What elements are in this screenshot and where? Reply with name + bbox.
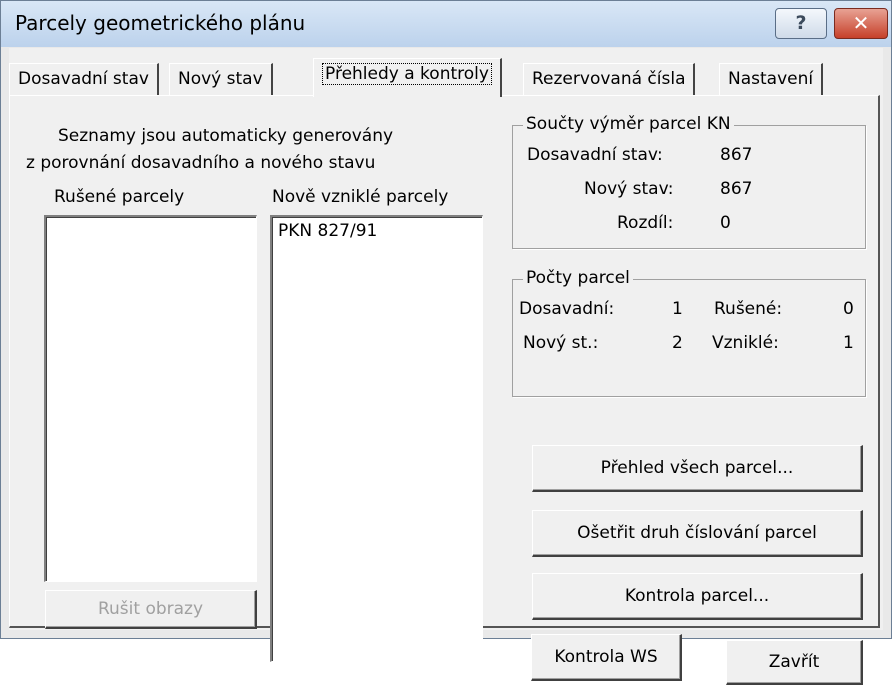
question-icon: ? xyxy=(795,12,807,34)
area-sums-group: Součty výměr parcel KN Dosavadní stav: 8… xyxy=(512,114,866,249)
tab-label: Dosavadní stav xyxy=(18,69,149,89)
area-sums-legend: Součty výměr parcel KN xyxy=(523,114,734,134)
created-count-value: 1 xyxy=(843,333,854,353)
help-button[interactable]: ? xyxy=(775,8,827,39)
close-icon: ✕ xyxy=(852,11,870,35)
button-label: Ošetřit druh číslování parcel xyxy=(577,523,817,543)
new-count-value: 2 xyxy=(672,333,683,353)
previous-count-label: Dosavadní: xyxy=(519,299,615,319)
list-item[interactable]: PKN 827/91 xyxy=(278,221,377,241)
check-ws-button[interactable]: Kontrola WS xyxy=(531,634,682,681)
title-bar[interactable]: Parcely geometrického plánu ? ✕ xyxy=(1,1,891,47)
cancelled-parcels-list[interactable] xyxy=(44,215,257,582)
cancelled-count-value: 0 xyxy=(843,299,854,319)
cancelled-count-label: Rušené: xyxy=(714,299,783,319)
overview-all-parcels-button[interactable]: Přehled všech parcel... xyxy=(532,445,863,492)
tab-panel: Seznamy jsou automaticky generovány z po… xyxy=(9,95,880,685)
tab-label: Rezervovaná čísla xyxy=(532,69,686,89)
button-label: Kontrola WS xyxy=(554,647,658,667)
previous-area-label: Dosavadní stav: xyxy=(527,145,663,165)
button-label: Zavřít xyxy=(768,652,820,672)
new-count-label: Nový st.: xyxy=(523,333,599,353)
numbering-type-button[interactable]: Ošetřit druh číslování parcel xyxy=(532,510,863,557)
tab-label: Nastavení xyxy=(728,69,814,89)
tab-label: Nový stav xyxy=(178,69,263,89)
close-button[interactable]: Zavřít xyxy=(726,640,863,685)
tab-label: Přehledy a kontroly xyxy=(322,63,492,85)
button-label: Přehled všech parcel... xyxy=(600,458,794,478)
cancel-images-button[interactable]: Rušit obrazy xyxy=(45,590,257,629)
difference-label: Rozdíl: xyxy=(617,213,674,233)
new-area-label: Nový stav: xyxy=(584,179,674,199)
button-label: Rušit obrazy xyxy=(97,599,204,619)
tab-dosavadni-stav[interactable]: Dosavadní stav xyxy=(9,63,159,95)
info-text-line1: Seznamy jsou automaticky generovány xyxy=(58,126,394,146)
tab-novy-stav[interactable]: Nový stav xyxy=(169,63,273,95)
tab-rezervovana-cisla[interactable]: Rezervovaná čísla xyxy=(523,63,696,95)
cancelled-list-header: Rušené parcely xyxy=(54,187,185,207)
new-parcels-list[interactable]: PKN 827/91 xyxy=(270,215,483,662)
tab-nastaveni[interactable]: Nastavení xyxy=(719,63,824,95)
parcel-counts-group: Počty parcel Dosavadní: 1 Rušené: 0 Nový… xyxy=(512,268,866,397)
close-window-button[interactable]: ✕ xyxy=(834,8,888,39)
info-text-line2: z porovnání dosavadního a nového stavu xyxy=(26,153,376,173)
new-area-value: 867 xyxy=(720,179,753,199)
created-count-label: Vzniklé: xyxy=(712,333,779,353)
tab-prehledy-a-kontroly[interactable]: Přehledy a kontroly xyxy=(313,58,502,97)
window-title: Parcely geometrického plánu xyxy=(15,11,306,35)
previous-count-value: 1 xyxy=(672,299,683,319)
previous-area-value: 867 xyxy=(720,145,753,165)
check-parcels-button[interactable]: Kontrola parcel... xyxy=(532,573,863,620)
button-label: Kontrola parcel... xyxy=(624,586,770,606)
dialog-window: Parcely geometrického plánu ? ✕ Dosavadn… xyxy=(0,0,892,685)
new-list-header: Nově vzniklé parcely xyxy=(272,187,449,207)
difference-value: 0 xyxy=(720,213,731,233)
dialog-client: Dosavadní stav Nový stav Přehledy a kont… xyxy=(9,48,883,685)
parcel-counts-legend: Počty parcel xyxy=(523,268,633,288)
